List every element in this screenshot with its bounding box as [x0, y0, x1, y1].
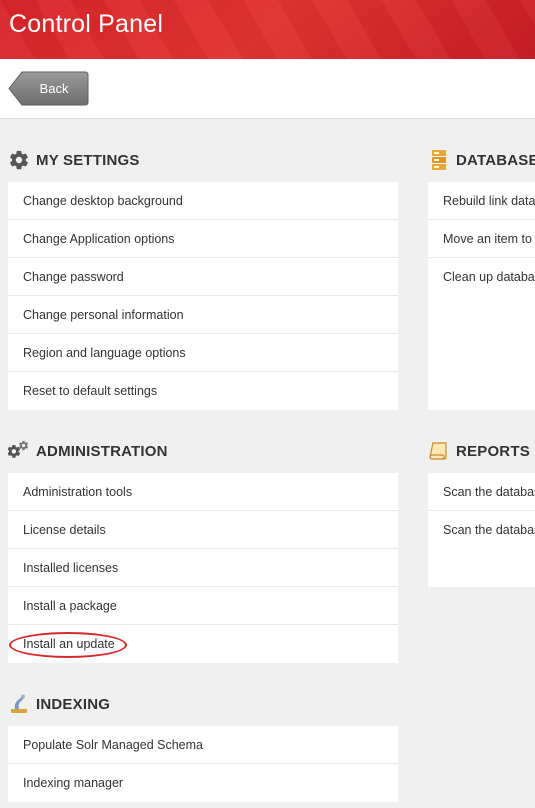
section-title-indexing: INDEXING	[36, 695, 111, 713]
list-item[interactable]: Region and language options	[8, 334, 398, 372]
list-item[interactable]: Installed licenses	[8, 549, 398, 587]
list-item[interactable]: Indexing manager	[8, 764, 398, 802]
section-header-indexing: INDEXING	[8, 693, 110, 715]
list-item[interactable]: Reset to default settings	[8, 372, 398, 410]
list-item[interactable]: Clean up databa	[428, 258, 535, 296]
panel-database: Rebuild link data Move an item to Clean …	[428, 182, 535, 410]
back-button[interactable]: Back	[8, 71, 89, 106]
list-item[interactable]: Rebuild link data	[428, 182, 535, 220]
list-item[interactable]: Scan the databas	[428, 511, 535, 549]
list-item[interactable]: Scan the databas	[428, 473, 535, 511]
list-item[interactable]: Change desktop background	[8, 182, 398, 220]
section-header-database: DATABASE	[428, 149, 535, 171]
panel-my-settings: Change desktop background Change Applica…	[8, 182, 398, 410]
list-item[interactable]: License details	[8, 511, 398, 549]
gear-icon	[8, 149, 30, 171]
panel-indexing: Populate Solr Managed Schema Indexing ma…	[8, 726, 398, 802]
section-title-administration: ADMINISTRATION	[36, 442, 168, 460]
page-title: Control Panel	[9, 10, 164, 38]
scroll-icon	[428, 440, 450, 462]
list-item-install-update[interactable]: Install an update	[8, 625, 398, 663]
header-bar: Control Panel	[0, 0, 535, 59]
list-item[interactable]: Change personal information	[8, 296, 398, 334]
list-item[interactable]: Move an item to	[428, 220, 535, 258]
back-button-label: Back	[39, 81, 69, 96]
panel-reports: Scan the databas Scan the databas	[428, 473, 535, 587]
section-title-reports: REPORTS	[456, 442, 530, 460]
section-title-my-settings: MY SETTINGS	[36, 151, 140, 169]
list-item[interactable]: Change Application options	[8, 220, 398, 258]
list-item[interactable]: Change password	[8, 258, 398, 296]
section-title-database: DATABASE	[456, 151, 535, 169]
toolbar: Back	[0, 59, 535, 119]
list-item[interactable]: Populate Solr Managed Schema	[8, 726, 398, 764]
database-icon	[428, 149, 450, 171]
panel-administration: Administration tools License details Ins…	[8, 473, 398, 663]
indexing-icon	[8, 693, 30, 715]
gears-icon	[8, 440, 30, 462]
list-item[interactable]: Install a package	[8, 587, 398, 625]
section-header-reports: REPORTS	[428, 440, 530, 462]
list-item[interactable]: Administration tools	[8, 473, 398, 511]
section-header-my-settings: MY SETTINGS	[8, 149, 140, 171]
section-header-administration: ADMINISTRATION	[8, 440, 168, 462]
